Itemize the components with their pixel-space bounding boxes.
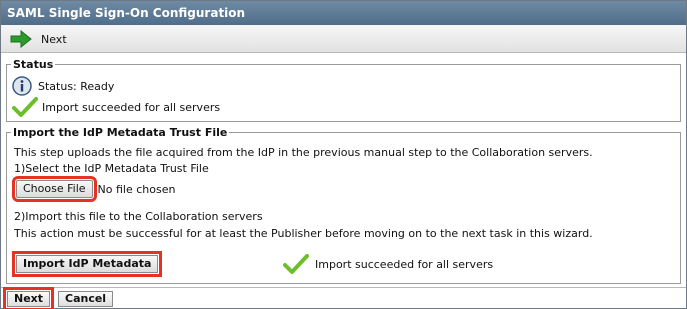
- status-text: Status: Ready: [38, 79, 115, 93]
- info-icon: [12, 76, 32, 96]
- toolbar-next-button[interactable]: Next: [9, 29, 67, 49]
- import-description-row: This step uploads the file acquired from…: [14, 146, 593, 159]
- toolbar-next-label: Next: [41, 32, 67, 46]
- import-metadata-button[interactable]: Import IdP Metadata: [11, 251, 163, 277]
- import-metadata-row: Import IdP Metadata: [11, 251, 163, 277]
- import-description: This step uploads the file acquired from…: [14, 146, 593, 159]
- step2-row: 2)Import this file to the Collaboration …: [14, 210, 263, 223]
- step1-label: 1)Select the IdP Metadata Trust File: [14, 162, 209, 175]
- cancel-button[interactable]: Cancel: [58, 291, 114, 307]
- window-title: SAML Single Sign-On Configuration: [1, 1, 686, 25]
- import-result: Import succeeded for all servers: [315, 257, 494, 271]
- file-chooser-row: Choose File No file chosen: [12, 176, 176, 202]
- toolbar: Next: [1, 25, 686, 53]
- checkmark-icon: [12, 97, 38, 117]
- next-arrow-icon: [10, 30, 32, 48]
- status-legend: Status: [13, 58, 54, 71]
- step2-note: This action must be successful for at le…: [14, 227, 593, 240]
- import-legend: Import the IdP Metadata Trust File: [13, 126, 228, 139]
- choose-file-button[interactable]: Choose File: [12, 176, 97, 202]
- checkmark-icon: [283, 254, 309, 274]
- step2-label: 2)Import this file to the Collaboration …: [14, 210, 263, 223]
- step1-row: 1)Select the IdP Metadata Trust File: [14, 162, 209, 175]
- file-status: No file chosen: [97, 182, 176, 196]
- step2-note-row: This action must be successful for at le…: [14, 227, 593, 240]
- status-import-result: Import succeeded for all servers: [42, 100, 221, 114]
- status-import-row: Import succeeded for all servers: [12, 96, 220, 118]
- import-result-row: Import succeeded for all servers: [283, 253, 493, 275]
- footer-bar: Next Cancel: [1, 287, 686, 309]
- next-button[interactable]: Next: [2, 287, 55, 309]
- status-row: Status: Ready: [12, 76, 114, 96]
